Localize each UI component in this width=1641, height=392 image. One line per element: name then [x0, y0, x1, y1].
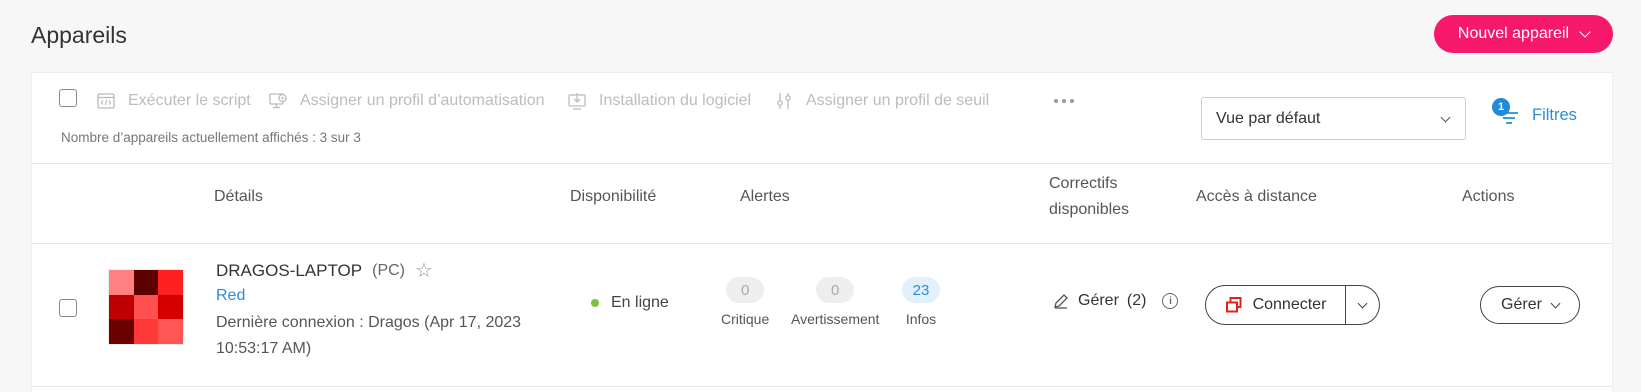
thumb-cell: [133, 294, 159, 320]
divider: [32, 386, 1612, 387]
alert-info[interactable]: 23 Infos: [902, 277, 940, 327]
device-type: (PC): [372, 262, 406, 279]
column-header-availability[interactable]: Disponibilité: [570, 184, 656, 210]
column-header-patches[interactable]: Correctifs disponibles: [1049, 171, 1129, 223]
thumb-cell: [109, 294, 134, 320]
status-label: En ligne: [611, 294, 669, 311]
connect-label: Connecter: [1252, 296, 1327, 313]
alert-critical[interactable]: 0 Critique: [721, 277, 769, 327]
star-icon[interactable]: ☆: [415, 261, 433, 281]
patches-count: (2): [1126, 292, 1147, 309]
page-title: Appareils: [31, 22, 127, 48]
thumb-cell: [158, 319, 183, 344]
connect-button[interactable]: Connecter: [1205, 285, 1346, 325]
view-select[interactable]: Vue par défaut: [1201, 97, 1466, 140]
thumb-cell: [158, 270, 183, 295]
run-script-label: Exécuter le script: [128, 92, 251, 109]
column-header-patches-line1: Correctifs: [1049, 175, 1118, 192]
assign-threshold-action[interactable]: Assigner un profil de seuil: [774, 89, 989, 113]
chevron-down-icon: [1440, 112, 1451, 123]
device-name[interactable]: DRAGOS-LAPTOP: [216, 261, 362, 281]
sliders-icon: [777, 93, 791, 109]
chevron-down-icon: [1579, 26, 1591, 38]
alert-info-label: Infos: [905, 311, 937, 327]
install-software-action[interactable]: Installation du logiciel: [567, 89, 751, 113]
select-all-checkbox[interactable]: [59, 89, 77, 107]
alert-info-count: 23: [902, 277, 940, 303]
new-device-button[interactable]: Nouvel appareil: [1434, 15, 1613, 53]
remote-connect-group: Connecter: [1205, 285, 1380, 325]
filters-button[interactable]: 1 Filtres: [1492, 98, 1577, 131]
assign-threshold-label: Assigner un profil de seuil: [806, 92, 990, 109]
pen-icon: [1054, 294, 1068, 309]
thumb-cell: [109, 270, 134, 295]
devices-card: Exécuter le script Assigner un profil d’…: [31, 72, 1613, 392]
manage-label: Gérer: [1501, 296, 1542, 313]
new-device-label: Nouvel appareil: [1457, 25, 1570, 42]
thumb-cell: [133, 270, 159, 295]
assign-automation-action[interactable]: Assigner un profil d’automatisation: [268, 89, 545, 113]
run-script-action[interactable]: Exécuter le script: [96, 89, 251, 113]
script-icon: [97, 93, 115, 109]
column-header-details[interactable]: Détails: [214, 184, 263, 210]
last-login-text: Dernière connexion : Dragos (Apr 17, 202…: [216, 314, 522, 357]
divider: [32, 243, 1612, 244]
remote-desktop-icon: [1225, 297, 1242, 313]
automation-profile-icon: [269, 93, 287, 109]
connect-dropdown-button[interactable]: [1346, 285, 1380, 325]
alert-warning[interactable]: 0 Avertissement: [791, 277, 879, 327]
more-actions-icon[interactable]: [1054, 99, 1074, 103]
filter-count-badge: 1: [1492, 98, 1510, 116]
assign-automation-label: Assigner un profil d’automatisation: [300, 92, 545, 109]
column-header-actions[interactable]: Actions: [1462, 184, 1514, 210]
thumb-cell: [133, 319, 159, 344]
alert-critical-label: Critique: [721, 311, 770, 327]
filters-label: Filtres: [1532, 105, 1577, 124]
manage-button[interactable]: Gérer: [1480, 286, 1580, 324]
alert-warning-count: 0: [816, 277, 855, 303]
thumb-cell: [109, 319, 134, 344]
device-thumbnail: [108, 269, 184, 345]
online-dot-icon: [591, 299, 599, 307]
thumb-cell: [158, 294, 183, 320]
patches-manage[interactable]: Gérer (2) i: [1052, 292, 1179, 310]
chevron-down-icon: [1550, 298, 1561, 309]
device-name-line: DRAGOS-LAPTOP (PC) ☆: [216, 261, 433, 281]
install-software-label: Installation du logiciel: [599, 92, 752, 109]
view-select-value: Vue par défaut: [1216, 109, 1321, 127]
chevron-down-icon: [1357, 298, 1368, 309]
device-group-link[interactable]: Red: [216, 287, 245, 305]
column-header-patches-line2: disponibles: [1049, 201, 1130, 218]
device-count-text: Nombre d’appareils actuellement affichés…: [61, 130, 361, 145]
availability-status: En ligne: [591, 294, 669, 312]
divider: [32, 163, 1612, 164]
alert-critical-count: 0: [726, 277, 765, 303]
column-header-remote[interactable]: Accès à distance: [1196, 184, 1317, 210]
info-icon[interactable]: i: [1162, 293, 1179, 309]
filter-icon: 1: [1492, 98, 1520, 128]
alert-warning-label: Avertissement: [791, 311, 880, 327]
install-download-icon: [568, 93, 586, 110]
row-checkbox[interactable]: [59, 299, 77, 317]
column-header-alerts[interactable]: Alertes: [740, 184, 790, 210]
patches-manage-label: Gérer: [1078, 292, 1119, 309]
